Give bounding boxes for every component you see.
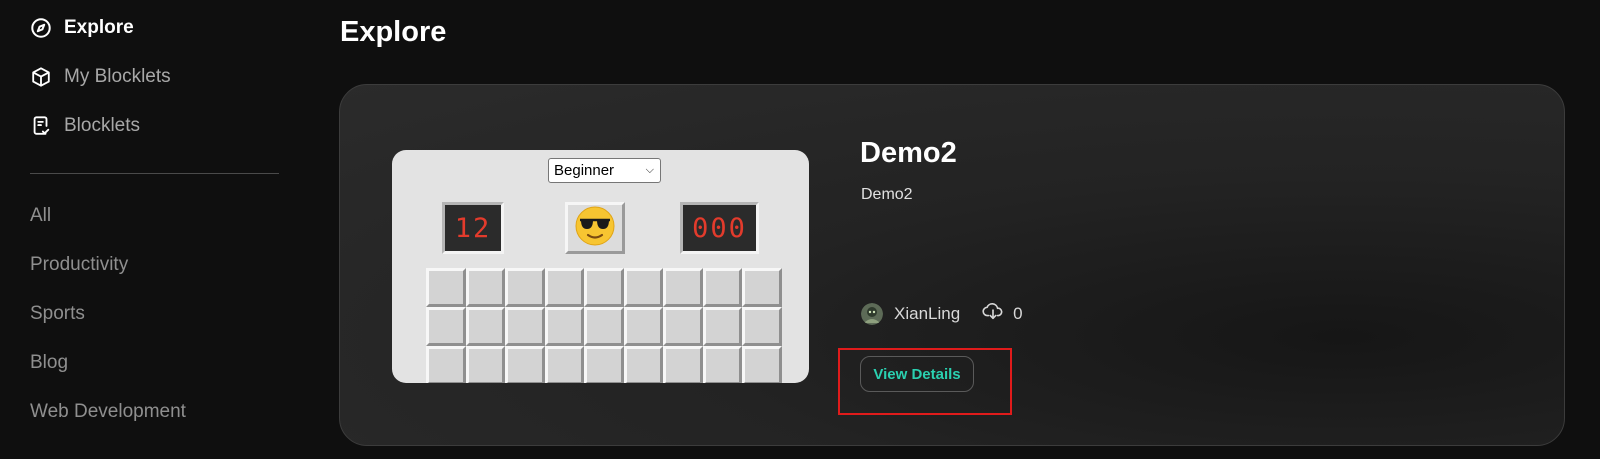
sidebar-item-label: Blocklets bbox=[64, 115, 141, 136]
compass-icon bbox=[30, 17, 52, 39]
grid-cell bbox=[505, 346, 545, 383]
sidebar-divider bbox=[30, 173, 279, 174]
grid-cell bbox=[465, 346, 505, 383]
grid-cell bbox=[584, 346, 624, 383]
level-select: Beginner ⌵ bbox=[548, 158, 661, 183]
timer-counter: 000 bbox=[680, 202, 759, 254]
grid-cell bbox=[426, 307, 466, 346]
grid-cell bbox=[663, 307, 703, 346]
blocklet-card[interactable]: Beginner ⌵ 12 000 Demo2 Demo2 XianLing 0… bbox=[339, 84, 1565, 446]
level-select-value: Beginner bbox=[554, 162, 615, 179]
sidebar-item-blocklets[interactable]: Blocklets bbox=[30, 115, 140, 137]
view-details-button[interactable]: View Details bbox=[860, 356, 974, 392]
category-web-development[interactable]: Web Development bbox=[30, 401, 186, 423]
category-blog[interactable]: Blog bbox=[30, 352, 68, 374]
grid-cell bbox=[702, 268, 742, 307]
grid-cell bbox=[426, 268, 466, 307]
sidebar-item-label: My Blocklets bbox=[64, 66, 171, 87]
page-title: Explore bbox=[340, 16, 447, 48]
grid-cell bbox=[663, 268, 703, 307]
author-name[interactable]: XianLing bbox=[894, 304, 960, 324]
grid-cell bbox=[623, 268, 663, 307]
grid-cell bbox=[426, 346, 466, 383]
minesweeper-grid bbox=[426, 268, 782, 383]
grid-cell bbox=[584, 307, 624, 346]
grid-cell bbox=[544, 307, 584, 346]
grid-cell bbox=[702, 346, 742, 383]
avatar bbox=[861, 302, 883, 325]
grid-cell bbox=[505, 307, 545, 346]
category-productivity[interactable]: Productivity bbox=[30, 254, 128, 276]
grid-cell bbox=[623, 307, 663, 346]
document-check-icon bbox=[30, 115, 52, 137]
sidebar-item-label: Explore bbox=[64, 17, 134, 38]
sunglasses-face-icon bbox=[574, 205, 616, 252]
sidebar-item-my-blocklets[interactable]: My Blocklets bbox=[30, 66, 171, 88]
category-sports[interactable]: Sports bbox=[30, 303, 85, 325]
download-count: 0 bbox=[982, 301, 1023, 326]
cloud-download-icon bbox=[982, 301, 1004, 326]
grid-cell bbox=[465, 268, 505, 307]
chevron-down-icon: ⌵ bbox=[645, 164, 654, 176]
category-all[interactable]: All bbox=[30, 205, 51, 227]
grid-cell bbox=[663, 346, 703, 383]
grid-cell bbox=[584, 268, 624, 307]
grid-cell bbox=[742, 268, 782, 307]
grid-cell bbox=[742, 346, 782, 383]
blocklet-preview-image: Beginner ⌵ 12 000 bbox=[392, 150, 809, 383]
grid-cell bbox=[702, 307, 742, 346]
blocklet-description: Demo2 bbox=[861, 186, 913, 203]
download-count-value: 0 bbox=[1013, 303, 1023, 323]
face-button bbox=[565, 202, 625, 254]
grid-cell bbox=[544, 346, 584, 383]
cube-icon bbox=[30, 66, 52, 88]
grid-cell bbox=[623, 346, 663, 383]
sidebar: Explore My Blocklets Blocklets All Produ… bbox=[0, 0, 290, 459]
grid-cell bbox=[505, 268, 545, 307]
grid-cell bbox=[742, 307, 782, 346]
blocklet-meta: XianLing 0 bbox=[861, 301, 1023, 326]
blocklet-title: Demo2 bbox=[860, 137, 957, 169]
grid-cell bbox=[465, 307, 505, 346]
grid-cell bbox=[544, 268, 584, 307]
sidebar-item-explore[interactable]: Explore bbox=[30, 17, 134, 39]
mines-counter: 12 bbox=[442, 202, 504, 254]
